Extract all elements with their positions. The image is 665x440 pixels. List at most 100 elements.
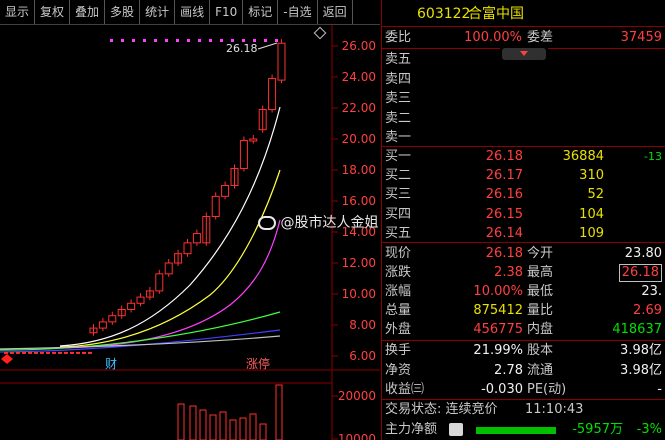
- ma-line-6: [0, 335, 281, 350]
- buy-volume: 36884: [562, 149, 604, 164]
- candle-body: [98, 321, 107, 329]
- event-label-limit-up[interactable]: 涨停: [246, 356, 270, 371]
- price-tick-label: 20.00: [342, 132, 376, 146]
- buy-row[interactable]: 买三 26.16 52: [382, 185, 665, 205]
- watermark: @股市达人金姐: [258, 212, 378, 232]
- price-tick-label: 26.00: [342, 39, 376, 53]
- stat-label: 涨跌: [385, 265, 412, 280]
- price-tick-label: 18.00: [342, 163, 376, 177]
- main-flow-label: 主力净额: [385, 422, 438, 437]
- event-label-earnings[interactable]: 财: [105, 357, 117, 371]
- buy-volume: 52: [587, 187, 604, 203]
- sell-label: 卖二: [385, 110, 412, 126]
- toolbar-button-5[interactable]: 画线: [175, 0, 211, 24]
- buy-row[interactable]: 买二 26.17 310: [382, 166, 665, 186]
- candle-body: [277, 42, 286, 81]
- quote-panel: 603122 合富中国 委比 100.00% 委差 37459 卖五 卖四 卖三 卖二…: [381, 0, 665, 440]
- candle-body: [239, 140, 248, 169]
- volume-bar: [259, 423, 267, 440]
- price-tick-label: 16.00: [342, 194, 376, 208]
- buy-row[interactable]: 买五 26.14 109: [382, 224, 665, 244]
- buy-volume: 310: [579, 168, 604, 184]
- sell-row[interactable]: 卖二: [382, 109, 665, 129]
- weicha-label: 委差: [527, 30, 554, 45]
- main-flow-bar: [476, 427, 556, 434]
- marker-diamond-icon: [1, 354, 13, 364]
- buy-volume: 109: [579, 225, 604, 241]
- stat-value: 3.98亿: [620, 362, 662, 378]
- stat-label: 股本: [527, 343, 554, 358]
- candle-body: [249, 138, 258, 142]
- stat-value: 23.: [641, 284, 662, 299]
- toolbar-button-4[interactable]: 统计: [140, 0, 176, 24]
- toolbar-button-6[interactable]: F10: [210, 0, 244, 24]
- sell-row[interactable]: 卖四: [382, 70, 665, 90]
- buy-row[interactable]: 买一 26.18 36884 -13: [382, 147, 665, 167]
- kline-chart[interactable]: 26.0024.0022.0020.0018.0016.0014.0012.00…: [0, 25, 380, 440]
- stat-value: -: [657, 382, 662, 397]
- sell-row[interactable]: 卖一: [382, 128, 665, 148]
- trade-status: 交易状态: 连续竞价: [385, 402, 498, 417]
- volume-tick-label: 20000: [338, 389, 376, 403]
- price-tick-label: 8.00: [349, 318, 376, 332]
- candle-body: [136, 296, 145, 304]
- price-tick-label: 12.00: [342, 256, 376, 270]
- buy-row[interactable]: 买四 26.15 104: [382, 205, 665, 225]
- stat-label: 最高: [527, 265, 554, 280]
- sell-label: 卖四: [385, 71, 412, 87]
- buy-change: -13: [644, 150, 662, 163]
- sell-label: 卖三: [385, 91, 412, 106]
- volume-bar: [229, 419, 237, 440]
- toolbar-button-2[interactable]: 叠加: [70, 0, 106, 24]
- stock-header: 603122 合富中国: [382, 4, 665, 26]
- limit-dot: [198, 39, 201, 42]
- stat-value: 26.18: [485, 246, 523, 261]
- candle-body: [268, 78, 277, 111]
- stat-row: 外盘 456775 内盘 418637: [382, 320, 665, 340]
- stat-value: 2.69: [633, 303, 662, 318]
- buy-label: 买二: [385, 168, 412, 184]
- stat-label: 量比: [527, 303, 554, 318]
- limit-dot: [220, 39, 223, 42]
- stat-row: 涨幅 10.00% 最低 23.: [382, 282, 665, 302]
- volume-bar: [177, 403, 185, 440]
- stat-value: 21.99%: [473, 343, 523, 358]
- volume-bar: [219, 411, 227, 440]
- buy-volume: 104: [579, 206, 604, 222]
- stat-row: 收益㈢ -0.030 PE(动) -: [382, 380, 665, 400]
- stat-value: 26.18: [618, 264, 662, 282]
- limit-dot: [121, 39, 124, 42]
- buy-label: 买一: [385, 149, 412, 164]
- toolbar-button-1[interactable]: 复权: [35, 0, 71, 24]
- weibo-icon: [258, 216, 276, 230]
- stat-label: 净资: [385, 362, 412, 378]
- toolbar-button-3[interactable]: 多股: [105, 0, 141, 24]
- weicha-value: 37459: [620, 30, 662, 45]
- stat-row: 现价 26.18 今开 23.80: [382, 244, 665, 264]
- sell-row[interactable]: 卖三: [382, 89, 665, 109]
- toolbar-button-0[interactable]: 显示: [0, 0, 36, 24]
- candle-body: [211, 195, 220, 218]
- candle-body: [108, 315, 117, 323]
- stock-name: 合富中国: [468, 6, 524, 22]
- high-price-arrow: [257, 42, 278, 50]
- gear-icon[interactable]: [449, 423, 463, 436]
- toolbar-button-7[interactable]: 标记: [243, 0, 279, 24]
- buy-label: 买五: [385, 225, 412, 241]
- sell-row[interactable]: 卖五: [382, 50, 665, 70]
- stat-value: 875412: [473, 303, 523, 318]
- limit-dot: [209, 39, 212, 42]
- volume-bar: [199, 409, 207, 440]
- buy-price: 26.17: [485, 168, 523, 184]
- price-tick-label: 22.00: [342, 101, 376, 115]
- limit-dot: [187, 39, 190, 42]
- stat-row: 总量 875412 量比 2.69: [382, 301, 665, 321]
- limit-dot: [132, 39, 135, 42]
- main-flow-value: -5957万: [572, 422, 623, 437]
- limit-dot: [264, 39, 267, 42]
- buy-label: 买四: [385, 206, 412, 222]
- toolbar-button-8[interactable]: -自选: [278, 0, 318, 24]
- toolbar-button-9[interactable]: 返回: [318, 0, 353, 24]
- settings-diamond-icon[interactable]: [313, 26, 327, 40]
- candle-body: [183, 242, 192, 255]
